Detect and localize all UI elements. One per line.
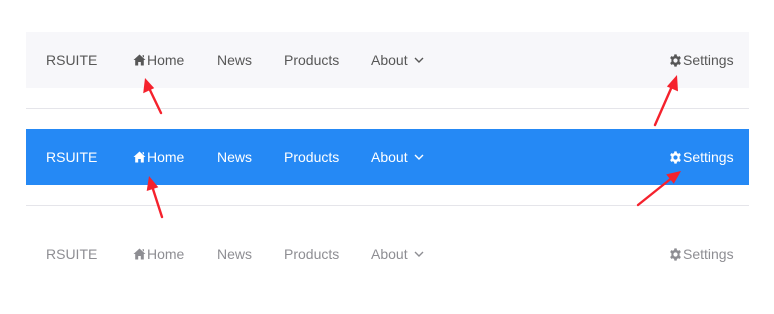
divider	[26, 205, 749, 206]
nav-item-label: Products	[284, 52, 340, 68]
navbar-brand[interactable]: RSUITE	[46, 32, 97, 88]
home-icon	[133, 151, 146, 163]
navbar-appearance-demo: RSUITE Home News Products About Settings	[0, 0, 774, 314]
nav-item-label: News	[217, 246, 253, 262]
nav-item-settings[interactable]: Settings	[669, 226, 734, 282]
nav-dropdown-about[interactable]: About	[371, 226, 424, 282]
nav-item-label: Home	[147, 246, 185, 262]
nav-item-label: Home	[147, 149, 185, 165]
nav-item-label: Settings	[683, 149, 734, 165]
nav-dropdown-about[interactable]: About	[371, 129, 424, 185]
chevron-down-icon	[414, 57, 424, 63]
navbar-inverse: RSUITE Home News Products About Settings	[26, 129, 749, 185]
nav-item-label: Home	[147, 52, 185, 68]
nav-item-label: About	[371, 246, 408, 262]
nav-item-label: Products	[284, 149, 340, 165]
nav-item-news[interactable]: News	[217, 32, 252, 88]
nav-item-label: News	[217, 52, 253, 68]
nav-item-news[interactable]: News	[217, 129, 252, 185]
nav-item-home[interactable]: Home	[133, 226, 184, 282]
nav-item-label: Products	[284, 246, 340, 262]
navbar-default: RSUITE Home News Products About Settings	[26, 32, 749, 88]
chevron-down-icon	[414, 251, 424, 257]
divider	[26, 108, 749, 109]
nav-item-label: Settings	[683, 246, 734, 262]
nav-item-label: About	[371, 52, 408, 68]
chevron-down-icon	[414, 154, 424, 160]
nav-item-label: About	[371, 149, 408, 165]
navbar-brand[interactable]: RSUITE	[46, 226, 97, 282]
nav-item-label: Settings	[683, 52, 734, 68]
nav-dropdown-about[interactable]: About	[371, 32, 424, 88]
home-icon	[133, 54, 146, 66]
nav-item-label: News	[217, 149, 253, 165]
gear-icon	[669, 53, 682, 67]
nav-item-home[interactable]: Home	[133, 32, 184, 88]
nav-item-products[interactable]: Products	[284, 129, 339, 185]
nav-item-news[interactable]: News	[217, 226, 252, 282]
nav-item-settings[interactable]: Settings	[669, 129, 734, 185]
nav-item-settings[interactable]: Settings	[669, 32, 734, 88]
gear-icon	[669, 150, 682, 164]
nav-item-products[interactable]: Products	[284, 226, 339, 282]
gear-icon	[669, 247, 682, 261]
navbar-subtle: RSUITE Home News Products About Settings	[26, 226, 749, 282]
navbar-brand[interactable]: RSUITE	[46, 129, 97, 185]
nav-item-products[interactable]: Products	[284, 32, 339, 88]
nav-item-home[interactable]: Home	[133, 129, 184, 185]
home-icon	[133, 248, 146, 260]
